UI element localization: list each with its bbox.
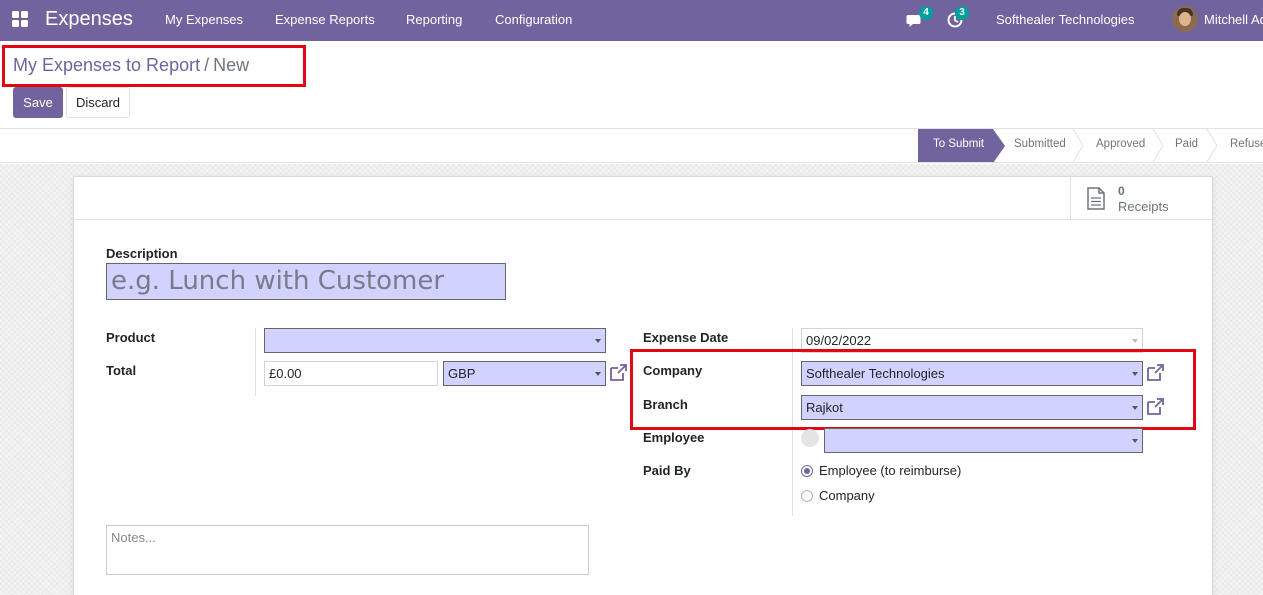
app-name[interactable]: Expenses xyxy=(45,8,133,31)
paid-by-employee-radio[interactable] xyxy=(801,465,813,477)
expense-date-value: 09/02/2022 xyxy=(806,333,872,348)
chevron-down-icon xyxy=(1132,339,1138,343)
paid-by-company-radio[interactable] xyxy=(801,490,813,502)
menu-expense-reports[interactable]: Expense Reports xyxy=(275,12,375,27)
total-input[interactable]: £0.00 xyxy=(264,361,438,386)
document-icon xyxy=(1087,187,1105,210)
product-label: Product xyxy=(106,330,156,345)
status-bar: To Submit Submitted Approved Paid Refuse xyxy=(0,128,1263,163)
stage-separator-icon xyxy=(1152,129,1164,162)
user-menu[interactable]: Mitchell Ad xyxy=(1204,12,1263,27)
notes-textarea[interactable]: Notes... xyxy=(106,525,589,575)
currency-select[interactable]: GBP xyxy=(443,361,606,386)
chevron-down-icon xyxy=(1132,439,1138,443)
smart-button-box: 0 Receipts xyxy=(74,177,1212,220)
receipts-label: Receipts xyxy=(1118,199,1169,214)
chevron-down-icon xyxy=(595,372,601,376)
paid-by-employee-label[interactable]: Employee (to reimburse) xyxy=(819,463,961,478)
highlight-box-breadcrumb xyxy=(2,45,306,87)
save-button[interactable]: Save xyxy=(13,87,63,118)
paid-by-company-label[interactable]: Company xyxy=(819,488,875,503)
description-label: Description xyxy=(106,246,178,261)
total-label: Total xyxy=(106,363,137,378)
activities-badge: 3 xyxy=(955,6,969,20)
menu-configuration[interactable]: Configuration xyxy=(495,12,572,27)
stage-refused[interactable]: Refuse xyxy=(1230,129,1263,162)
employee-avatar xyxy=(801,429,819,447)
stage-submitted[interactable]: Submitted xyxy=(1014,129,1066,162)
receipts-count: 0 xyxy=(1118,184,1125,198)
receipts-button[interactable]: 0 Receipts xyxy=(1070,177,1212,220)
messages-badge: 4 xyxy=(919,6,933,20)
top-navbar: Expenses My Expenses Expense Reports Rep… xyxy=(0,0,1263,41)
stage-to-submit[interactable]: To Submit xyxy=(918,129,1005,163)
description-input[interactable]: e.g. Lunch with Customer xyxy=(106,263,506,300)
employee-label: Employee xyxy=(643,430,705,445)
expense-date-label: Expense Date xyxy=(643,330,729,345)
menu-my-expenses[interactable]: My Expenses xyxy=(165,12,243,27)
stage-separator-icon xyxy=(1206,129,1218,162)
employee-select[interactable] xyxy=(824,428,1143,453)
stage-separator-icon xyxy=(1072,129,1084,162)
external-link-icon[interactable] xyxy=(608,363,628,383)
highlight-box-company-branch xyxy=(630,349,1196,430)
menu-reporting[interactable]: Reporting xyxy=(406,12,462,27)
product-select[interactable] xyxy=(264,328,606,353)
apps-menu-icon[interactable] xyxy=(12,11,30,29)
left-group-divider xyxy=(255,328,256,396)
stage-paid[interactable]: Paid xyxy=(1175,129,1198,162)
discard-button[interactable]: Discard xyxy=(66,87,130,118)
chevron-down-icon xyxy=(595,339,601,343)
user-avatar[interactable] xyxy=(1172,6,1198,32)
paid-by-label: Paid By xyxy=(643,463,691,478)
currency-value: GBP xyxy=(448,366,476,381)
company-switcher[interactable]: Softhealer Technologies xyxy=(996,12,1135,27)
stage-approved[interactable]: Approved xyxy=(1096,129,1145,162)
